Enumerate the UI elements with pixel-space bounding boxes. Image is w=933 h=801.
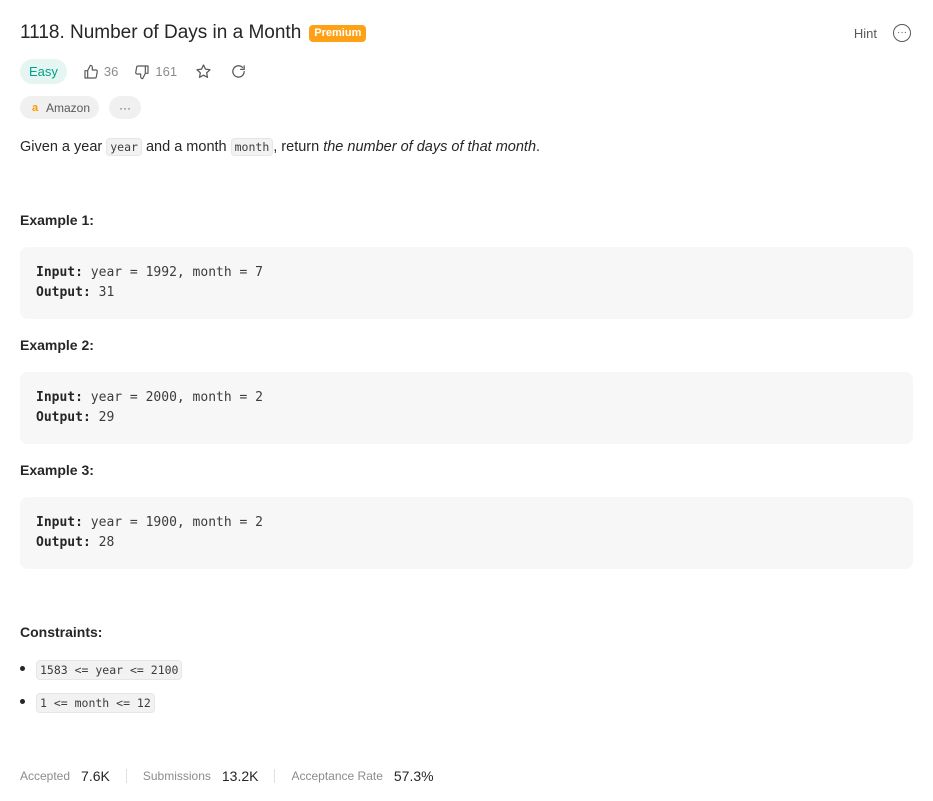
problem-header: 1118. Number of Days in a Month Premium bbox=[20, 22, 367, 44]
accepted-label: Accepted bbox=[20, 769, 71, 783]
constraint-code: 1583 <= year <= 2100 bbox=[36, 660, 183, 680]
star-icon bbox=[196, 64, 211, 78]
constraints-title: Constraints: bbox=[20, 624, 103, 640]
submissions-value: 13.2K bbox=[221, 768, 259, 784]
submissions-label: Submissions bbox=[142, 769, 211, 783]
company-tag-amazon[interactable]: a Amazon bbox=[20, 96, 100, 119]
refresh-icon bbox=[232, 65, 245, 78]
acceptance-rate-label: Acceptance Rate bbox=[291, 769, 383, 783]
dislike-button[interactable]: 161 bbox=[134, 64, 177, 80]
amazon-logo-icon: a bbox=[31, 101, 39, 114]
thumbs-up-icon bbox=[84, 64, 98, 79]
more-options-icon[interactable]: ··· bbox=[893, 24, 911, 42]
dislike-count: 161 bbox=[155, 64, 178, 79]
constraint-item: 1583 <= year <= 2100 bbox=[20, 660, 183, 680]
problem-meta: Easy 36 161 bbox=[20, 59, 247, 84]
description-emphasis: the number of days of that month bbox=[323, 139, 537, 155]
favorite-button[interactable] bbox=[195, 63, 212, 80]
header-actions: Hint ··· bbox=[854, 24, 911, 42]
example-1-output: 31 bbox=[98, 285, 115, 300]
code-month: month bbox=[230, 138, 274, 156]
example-3-box: Input: year = 1900, month = 2 Output: 28 bbox=[20, 497, 913, 569]
problem-stats: Accepted 7.6K Submissions 13.2K Acceptan… bbox=[20, 768, 434, 784]
acceptance-rate-value: 57.3% bbox=[393, 768, 434, 784]
like-count: 36 bbox=[103, 64, 119, 79]
constraint-code: 1 <= month <= 12 bbox=[36, 693, 155, 713]
constraint-item: 1 <= month <= 12 bbox=[20, 693, 155, 713]
more-tags-button[interactable]: ··· bbox=[109, 96, 142, 119]
example-1-title: Example 1: bbox=[20, 212, 94, 228]
premium-badge: Premium bbox=[309, 24, 367, 42]
problem-description: Given a year year and a month month, ret… bbox=[20, 138, 541, 156]
example-2-box: Input: year = 2000, month = 2 Output: 29 bbox=[20, 372, 913, 444]
company-tag-label: Amazon bbox=[46, 100, 91, 115]
example-1-input: year = 1992, month = 7 bbox=[90, 265, 263, 280]
example-2-input: year = 2000, month = 2 bbox=[90, 390, 263, 405]
example-1-box: Input: year = 1992, month = 7 Output: 31 bbox=[20, 247, 913, 319]
bullet bbox=[20, 698, 25, 704]
example-3-input: year = 1900, month = 2 bbox=[90, 515, 263, 530]
divider bbox=[274, 769, 276, 783]
reset-button[interactable] bbox=[230, 63, 247, 80]
example-2-output: 29 bbox=[98, 410, 115, 425]
difficulty-badge: Easy bbox=[20, 59, 67, 84]
problem-title: 1118. Number of Days in a Month bbox=[20, 22, 302, 43]
example-3-output: 28 bbox=[98, 535, 115, 550]
bullet bbox=[20, 665, 25, 671]
accepted-value: 7.6K bbox=[81, 768, 110, 784]
company-tags: a Amazon ··· bbox=[20, 96, 142, 119]
hint-button[interactable]: Hint bbox=[854, 26, 877, 41]
example-2-title: Example 2: bbox=[20, 337, 94, 353]
divider bbox=[125, 769, 127, 783]
thumbs-down-icon bbox=[135, 64, 149, 79]
code-year: year bbox=[106, 138, 142, 156]
example-3-title: Example 3: bbox=[20, 462, 94, 478]
like-button[interactable]: 36 bbox=[83, 64, 118, 80]
